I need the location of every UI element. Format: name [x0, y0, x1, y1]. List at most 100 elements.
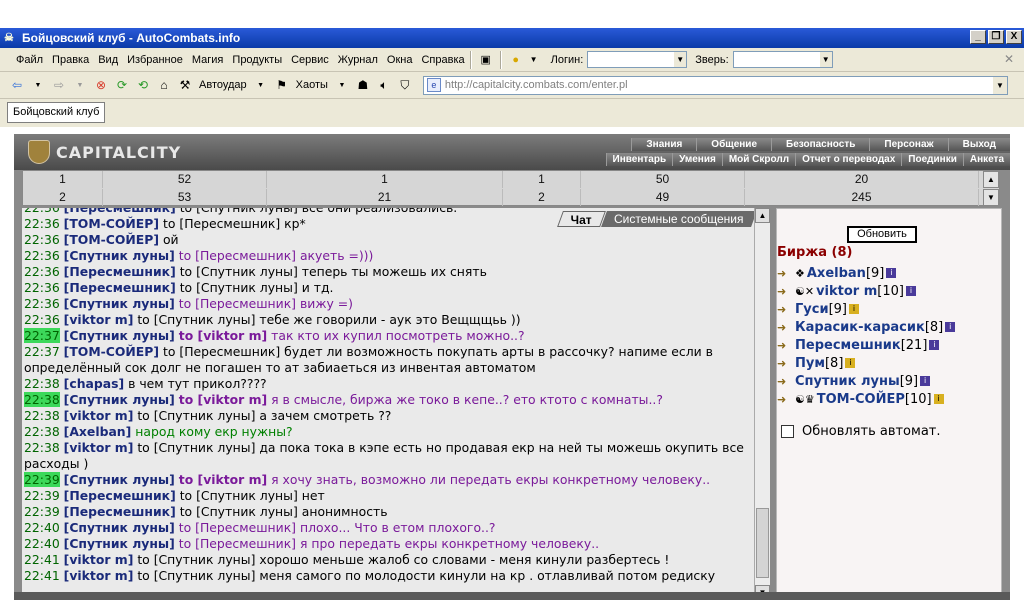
private-arrow-icon[interactable]: ➜ [777, 303, 795, 316]
menu-edit[interactable]: Правка [52, 54, 89, 66]
message-recipient[interactable]: to [Спутник луны] [180, 488, 298, 503]
sound-icon[interactable]: 🔈︎ [375, 75, 393, 95]
user-name[interactable]: Пум [795, 356, 825, 371]
flag-icon[interactable]: ⚑ [273, 75, 291, 95]
message-author[interactable]: [Спутник луны] [64, 296, 175, 311]
chat-scrollbar[interactable]: ▲ ▼ [754, 208, 770, 600]
private-arrow-icon[interactable]: ➜ [777, 285, 795, 298]
forward-icon[interactable]: ⇨ [50, 75, 68, 95]
nav-exit[interactable]: Выход [947, 138, 1010, 151]
haoty-button[interactable]: Хаоты [294, 75, 330, 95]
autoudar-button[interactable]: Автоудар [197, 75, 249, 95]
info-icon[interactable]: i [929, 340, 940, 350]
menu-view[interactable]: Вид [98, 54, 118, 66]
menu-service[interactable]: Сервис [291, 54, 329, 66]
message-author[interactable]: [Пересмешник] [64, 208, 176, 215]
message-author[interactable]: [Спутник луны] [64, 536, 175, 551]
chevron-down-icon[interactable]: ▼ [333, 75, 351, 95]
menu-favorites[interactable]: Избранное [127, 54, 183, 66]
tab-system[interactable]: Системные сообщения [601, 211, 757, 227]
message-recipient[interactable]: to [viktor m] [179, 328, 267, 343]
nav-profile[interactable]: Анкета [962, 153, 1010, 166]
user-name[interactable]: Карасик-карасик [795, 320, 925, 335]
refresh-button[interactable]: Обновить [847, 226, 917, 243]
nav-character[interactable]: Персонаж [869, 138, 948, 151]
maximize-button[interactable]: ❐ [988, 30, 1004, 44]
message-author[interactable]: [Пересмешник] [64, 280, 176, 295]
user-list-item[interactable]: ➜ ☯♛ ТОМ-СОЙЕР [10] i [777, 390, 1003, 408]
nav-security[interactable]: Безопасность [771, 138, 870, 151]
back-icon[interactable]: ⇦ [8, 75, 26, 95]
menu-windows[interactable]: Окна [387, 54, 413, 66]
message-author[interactable]: [Пересмешник] [64, 504, 176, 519]
home-icon[interactable]: ⌂ [155, 75, 173, 95]
user-name[interactable]: Пересмешник [795, 338, 901, 353]
user-name[interactable]: Спутник луны [795, 374, 900, 389]
chevron-down-icon[interactable]: ▼ [252, 75, 270, 95]
message-author[interactable]: [chapas] [64, 376, 124, 391]
window-titlebar[interactable]: ☠ Бойцовский клуб - AutoCombats.info _ ❐… [0, 28, 1024, 48]
message-author[interactable]: [Пересмешник] [64, 264, 176, 279]
message-recipient[interactable]: to [Пересмешник] [179, 520, 296, 535]
info-icon[interactable]: i [945, 322, 956, 332]
message-recipient[interactable]: to [Пересмешник] [179, 536, 296, 551]
chevron-down-icon[interactable]: ▼ [29, 75, 47, 95]
message-recipient[interactable]: to [Спутник луны] [180, 264, 298, 279]
message-recipient[interactable]: to [Пересмешник] [163, 216, 280, 231]
info-icon[interactable]: i [845, 358, 856, 368]
private-arrow-icon[interactable]: ➜ [777, 267, 795, 280]
menu-help[interactable]: Справка [421, 54, 464, 66]
nav-skills[interactable]: Умения [672, 153, 722, 166]
message-recipient[interactable]: to [Спутник луны] [137, 568, 255, 583]
user-name[interactable]: ТОМ-СОЙЕР [817, 392, 905, 407]
message-author[interactable]: [Пересмешник] [64, 488, 176, 503]
message-author[interactable]: [Спутник луны] [64, 248, 175, 263]
private-arrow-icon[interactable]: ➜ [777, 339, 795, 352]
message-recipient[interactable]: to [Спутник луны] [137, 440, 255, 455]
stats-scroll-up[interactable]: ▲ [983, 171, 999, 188]
beast-select[interactable]: ▼ [732, 51, 833, 68]
nav-knowledge[interactable]: Знания [631, 138, 697, 151]
minimize-button[interactable]: _ [970, 30, 986, 44]
message-author[interactable]: [viktor m] [64, 312, 134, 327]
message-author[interactable]: [Спутник луны] [64, 520, 175, 535]
chevron-down-icon[interactable]: ▼ [525, 51, 543, 69]
message-recipient[interactable]: to [Спутник луны] [180, 280, 298, 295]
message-author[interactable]: [ТОМ-СОЙЕР] [64, 216, 159, 231]
scroll-up-button[interactable]: ▲ [755, 208, 770, 223]
message-author[interactable]: [viktor m] [64, 552, 134, 567]
message-author[interactable]: [Axelban] [64, 424, 132, 439]
private-arrow-icon[interactable]: ➜ [777, 393, 795, 406]
close-icon[interactable]: ✕ [1004, 52, 1014, 66]
message-recipient[interactable]: to [Пересмешник] [179, 296, 296, 311]
nav-inventory[interactable]: Инвентарь [605, 153, 673, 166]
message-recipient[interactable]: to [viktor m] [179, 392, 267, 407]
tools-icon[interactable]: ⚒ [176, 75, 194, 95]
nav-my-scroll[interactable]: Мой Скролл [721, 153, 796, 166]
stop-icon[interactable]: ⊗ [92, 75, 110, 95]
stats-scroll-down[interactable]: ▼ [983, 189, 999, 206]
message-recipient[interactable]: to [Спутник луны] [137, 312, 255, 327]
user-list-item[interactable]: ➜ Пересмешник [21] i [777, 336, 1003, 354]
menu-journal[interactable]: Журнал [338, 54, 378, 66]
message-recipient[interactable]: to [Пересмешник] [179, 248, 296, 263]
message-author[interactable]: [Спутник луны] [64, 472, 175, 487]
bulb-icon[interactable]: ● [507, 51, 525, 69]
message-recipient[interactable]: to [Спутник луны] [180, 504, 298, 519]
refresh-all-icon[interactable]: ⟲ [134, 75, 152, 95]
user-list-item[interactable]: ➜ Гуси [9] i [777, 300, 1003, 318]
message-recipient[interactable]: to [viktor m] [179, 472, 267, 487]
message-recipient[interactable]: to [Спутник луны] [137, 408, 255, 423]
chevron-down-icon[interactable]: ▼ [992, 76, 1007, 94]
user-list-item[interactable]: ➜ Карасик-карасик [8] i [777, 318, 1003, 336]
scroll-thumb[interactable] [756, 508, 769, 578]
user-list-item[interactable]: ➜ ❖ Axelban [9] i [777, 264, 1003, 282]
private-arrow-icon[interactable]: ➜ [777, 321, 795, 334]
message-recipient[interactable]: to [Пересмешник] [163, 344, 280, 359]
archive-icon[interactable]: ▣ [477, 51, 495, 69]
menu-magic[interactable]: Магия [192, 54, 224, 66]
info-icon[interactable]: i [886, 268, 897, 278]
nav-communication[interactable]: Общение [696, 138, 771, 151]
info-icon[interactable]: i [933, 394, 944, 404]
refresh-icon[interactable]: ⟳ [113, 75, 131, 95]
